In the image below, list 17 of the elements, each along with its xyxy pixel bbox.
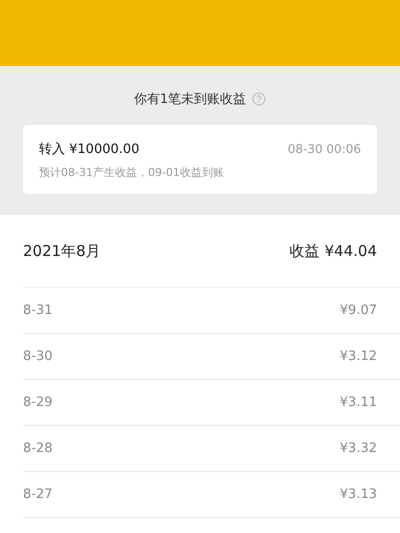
pending-title: 你有1笔未到账收益 bbox=[134, 91, 246, 108]
transfer-amount: 转入 ¥10000.00 bbox=[39, 141, 140, 158]
day-earnings: ¥9.07 bbox=[340, 303, 377, 318]
day-earnings: ¥3.13 bbox=[340, 487, 377, 502]
month-total: 收益 ¥44.04 bbox=[290, 242, 377, 260]
day-date: 8-28 bbox=[23, 441, 53, 456]
help-icon[interactable] bbox=[252, 92, 266, 106]
day-earnings: ¥3.12 bbox=[340, 349, 377, 364]
day-earnings: ¥3.32 bbox=[340, 441, 377, 456]
earnings-note: 预计08-31产生收益，09-01收益到账 bbox=[39, 165, 225, 180]
day-date: 8-29 bbox=[23, 395, 53, 410]
month-label: 2021年8月 bbox=[23, 242, 101, 260]
day-date: 8-31 bbox=[23, 303, 53, 318]
day-date: 8-30 bbox=[23, 349, 53, 364]
day-date: 8-27 bbox=[23, 487, 53, 502]
transfer-time: 08-30 00:06 bbox=[288, 142, 361, 156]
day-earnings: ¥3.11 bbox=[340, 395, 377, 410]
